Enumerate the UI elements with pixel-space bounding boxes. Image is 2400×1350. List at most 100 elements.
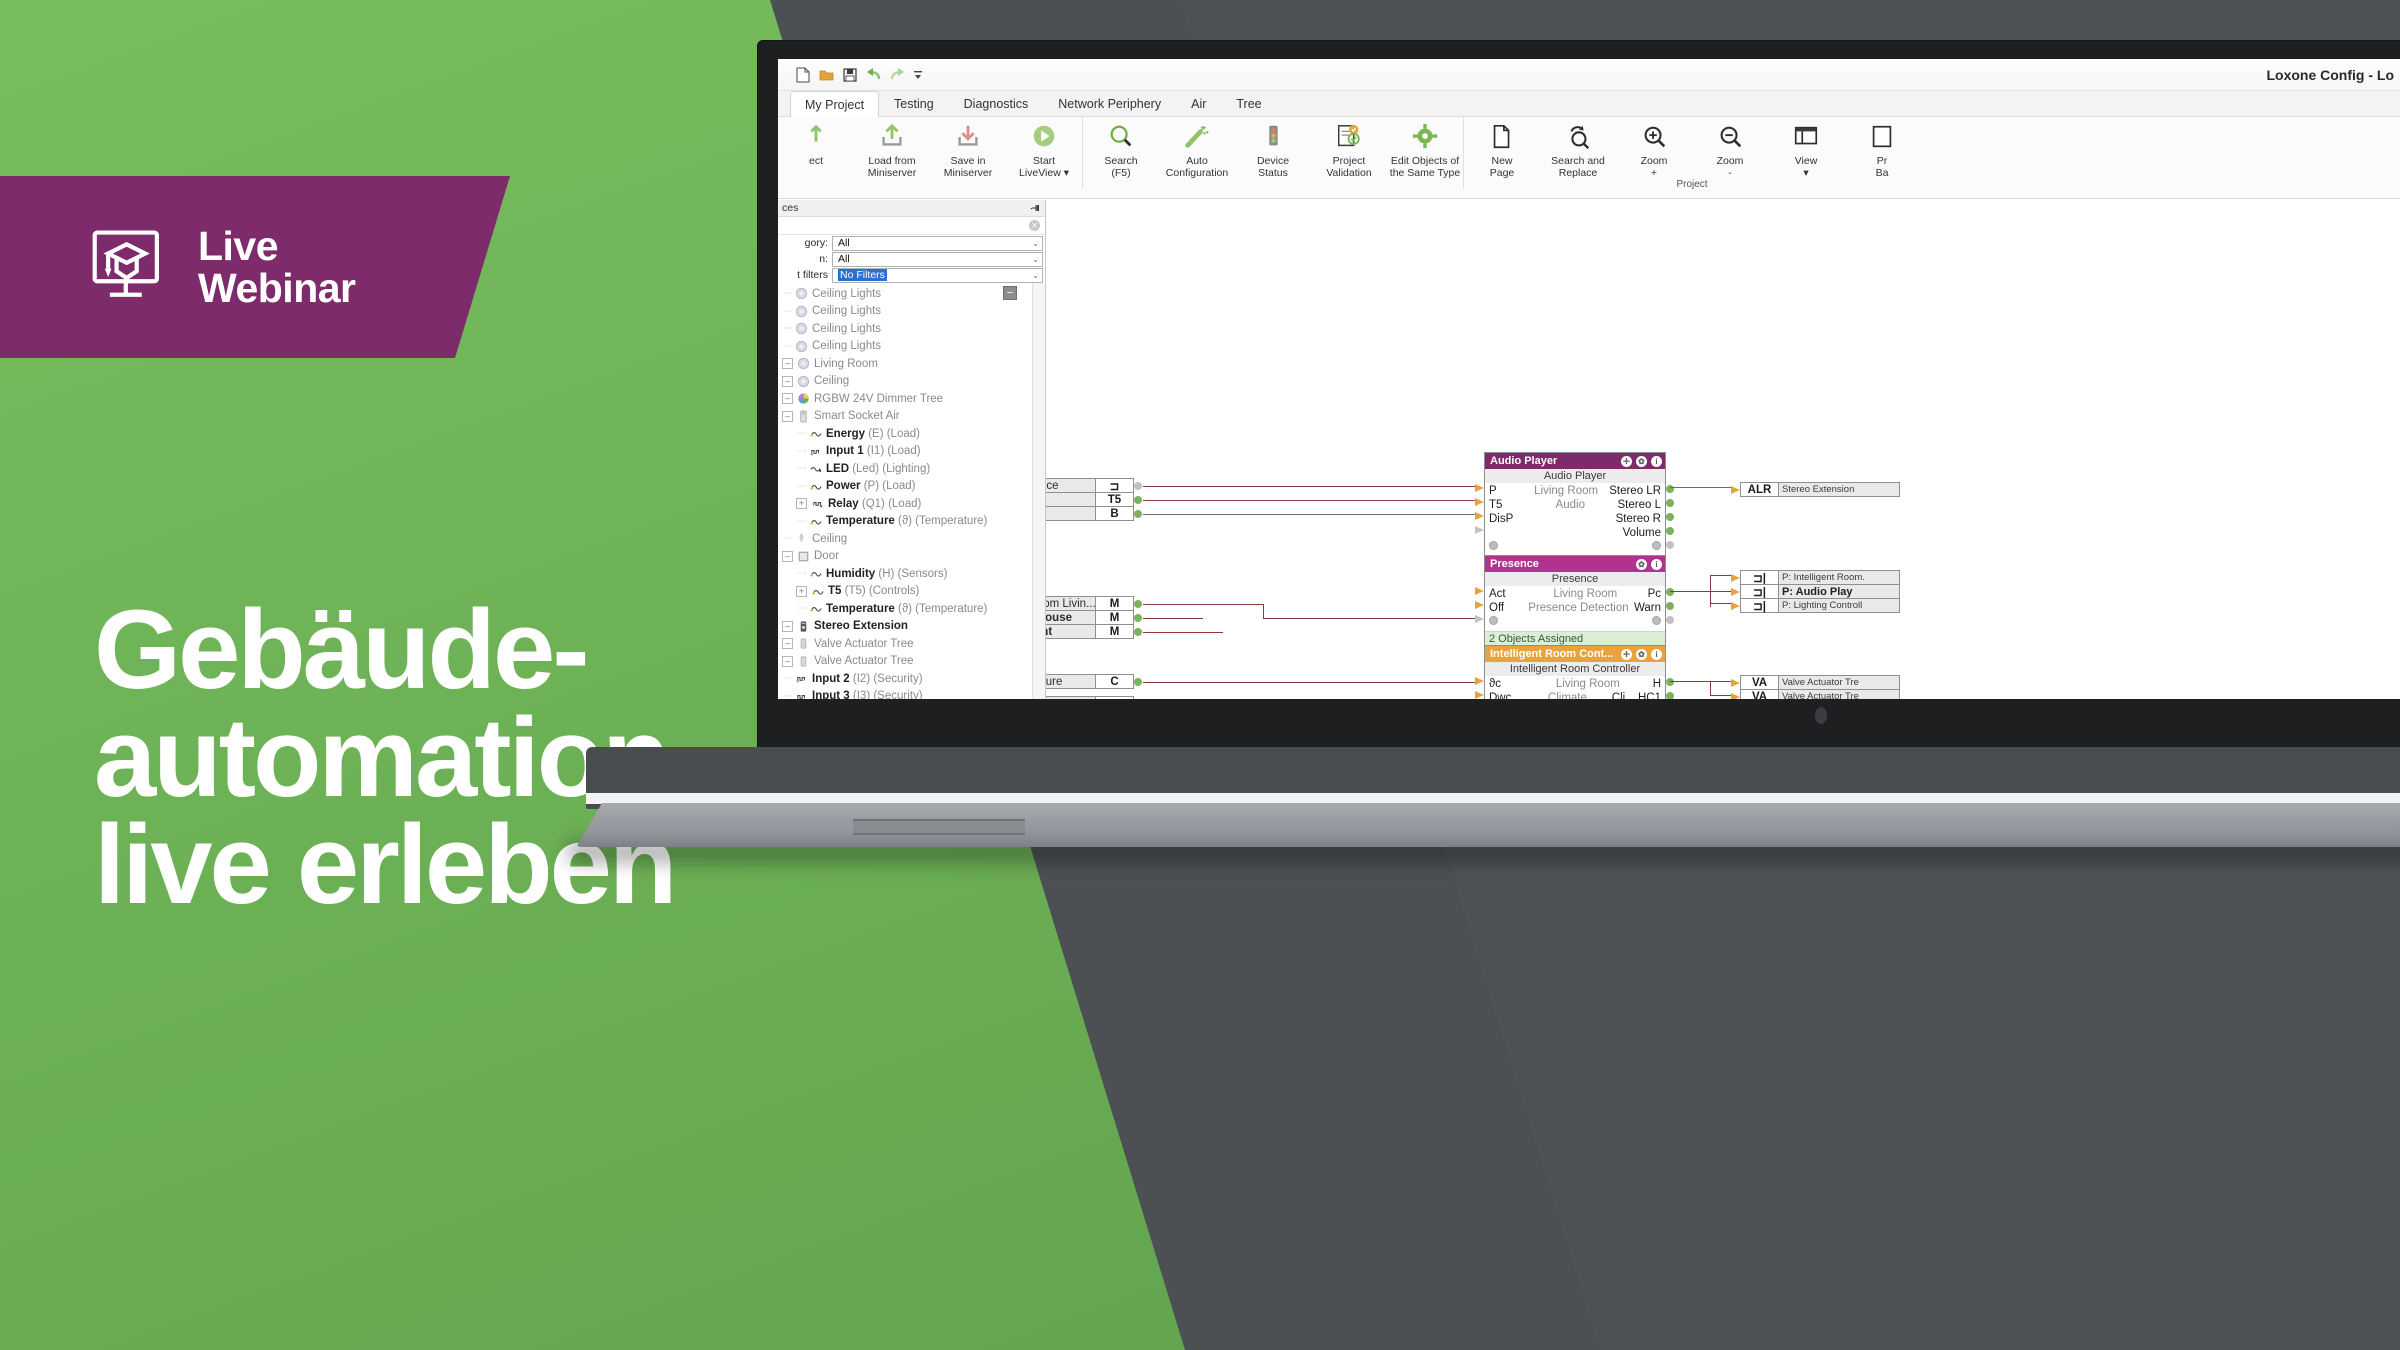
block-input-label[interactable]: Act <box>1489 587 1523 601</box>
block-output-label[interactable]: Cli... HC1 <box>1612 691 1661 699</box>
quick-access-toolbar[interactable] <box>796 67 922 83</box>
canvas-input-connector[interactable]: orT5 <box>1046 492 1134 507</box>
ribbon-button-zoom[interactable]: Zoom + <box>1616 117 1692 187</box>
ribbon-button-ect[interactable]: ect <box>778 117 854 187</box>
block-input-pin[interactable] <box>1475 615 1484 623</box>
block-input-pin[interactable] <box>1475 587 1484 595</box>
function-block-intelligent-room-cont[interactable]: Intelligent Room Cont... ✛ ✿ i Intelligent … <box>1484 645 1666 699</box>
gear-icon[interactable]: ✿ <box>1636 648 1647 660</box>
tree-item[interactable]: – Valve Actuator Tree <box>778 635 1045 653</box>
chevron-down-icon[interactable]: ⌄ <box>1032 255 1039 264</box>
collapse-all-button[interactable]: − <box>1003 286 1017 300</box>
connector-pin[interactable] <box>1731 486 1740 494</box>
block-output-label[interactable]: Stereo LR <box>1609 484 1661 498</box>
tree-item[interactable]: ⋯ Input 1 (I1) (Load) <box>778 443 1045 461</box>
block-output-label[interactable]: Warn <box>1634 601 1661 615</box>
canvas-output-connector[interactable]: VA Valve Actuator Tre <box>1740 675 1900 690</box>
block-input-pin[interactable] <box>1475 526 1484 534</box>
ribbon-button-search-and-replace[interactable]: Search and Replace <box>1540 117 1616 187</box>
chevron-down-icon[interactable]: ⌄ <box>1032 271 1039 280</box>
tab-my-project[interactable]: My Project <box>790 91 880 117</box>
panel-filters[interactable]: gory: All ⌄ n: All ⌄ t filters No Filters ⌄ <box>778 235 1045 283</box>
connector-pin[interactable] <box>1134 510 1142 518</box>
ribbon-button-auto-configuration[interactable]: ✕ Auto Configuration <box>1159 117 1235 187</box>
ribbon-tabs[interactable]: My Project Testing Diagnostics Network Peri… <box>778 91 2400 117</box>
new-file-icon[interactable] <box>796 67 810 83</box>
tree-item[interactable]: – Ceiling <box>778 373 1045 391</box>
block-output-pin[interactable] <box>1666 602 1674 610</box>
block-output-label[interactable]: Stereo L <box>1618 498 1661 512</box>
block-input-pin[interactable] <box>1475 601 1484 609</box>
block-output-label[interactable]: Pc <box>1648 587 1661 601</box>
block-titlebar[interactable]: Presence ✿ i <box>1485 556 1665 572</box>
block-add-row[interactable] <box>1489 615 1661 629</box>
tree-item[interactable]: + Relay (Q1) (Load) <box>778 495 1045 513</box>
block-input-label[interactable]: Dwc <box>1489 691 1523 699</box>
block-input-pin[interactable] <box>1475 512 1484 520</box>
tree-item[interactable]: – Living Room <box>778 355 1045 373</box>
canvas-output-connector[interactable]: VA Valve Actuator Tre <box>1740 689 1900 699</box>
ribbon-button-device-status[interactable]: Device Status <box>1235 117 1311 187</box>
chevron-down-icon[interactable]: ⌄ <box>1032 239 1039 248</box>
add-output-icon[interactable] <box>1652 616 1661 625</box>
move-icon[interactable]: ✛ <box>1621 455 1632 467</box>
open-folder-icon[interactable] <box>819 68 834 82</box>
block-input-label[interactable]: P <box>1489 484 1523 498</box>
tree-scrollbar[interactable] <box>1032 283 1045 699</box>
connector-pin[interactable] <box>1134 600 1142 608</box>
undo-icon[interactable] <box>866 67 881 82</box>
clear-circle-icon[interactable]: ✕ <box>1029 220 1040 231</box>
block-titlebar[interactable]: Intelligent Room Cont... ✛ ✿ i <box>1485 646 1665 662</box>
canvas-input-connector[interactable]: ving HouseM <box>1046 610 1134 625</box>
block-input-label[interactable]: Off <box>1489 601 1523 615</box>
function-block-audio-player[interactable]: Audio Player ✛ ✿ i Audio Player P Living Ro… <box>1484 452 1666 557</box>
block-output-label[interactable]: Volume <box>1623 526 1661 540</box>
canvas-output-connector[interactable]: ⊐| P: Audio Play <box>1740 584 1900 599</box>
expander-minus-icon[interactable]: – <box>782 375 793 387</box>
gear-icon[interactable]: ✿ <box>1636 455 1647 467</box>
pin-icon[interactable] <box>1030 203 1041 214</box>
canvas-input-connector[interactable]: ing Room Livin...M <box>1046 596 1134 611</box>
canvas-output-connector[interactable]: ALR Stereo Extension <box>1740 482 1900 497</box>
block-input-pin[interactable] <box>1475 677 1484 685</box>
tree-item[interactable]: ⋯ Temperature (ϑ) (Temperature) <box>778 600 1045 618</box>
tree-item[interactable]: – Door <box>778 548 1045 566</box>
info-icon[interactable]: i <box>1651 648 1662 660</box>
ribbon-button-pr-ba[interactable]: Pr Ba <box>1844 117 1920 187</box>
tab-testing[interactable]: Testing <box>879 91 949 116</box>
ribbon-button-load-from-miniserver[interactable]: Load from Miniserver <box>854 117 930 187</box>
ribbon-button-search-f5[interactable]: Search (F5) <box>1083 117 1159 187</box>
block-output-pin[interactable] <box>1666 616 1674 624</box>
tree-item[interactable]: ⋯ Energy (E) (Load) <box>778 425 1045 443</box>
move-icon[interactable]: ✛ <box>1621 648 1632 660</box>
tree-item[interactable]: – Stereo Extension <box>778 618 1045 636</box>
tree-item[interactable]: – Valve Actuator Tree <box>778 653 1045 671</box>
filter-select[interactable]: All ⌄ <box>832 251 1043 267</box>
expander-minus-icon[interactable]: – <box>782 550 793 562</box>
expander-minus-icon[interactable]: – <box>782 393 793 405</box>
canvas-input-connector[interactable]: Presence⊐ <box>1046 696 1134 699</box>
panel-search-row[interactable]: ✕ <box>778 217 1045 235</box>
filter-select[interactable]: All ⌄ <box>832 235 1043 251</box>
filter-select[interactable]: No Filters ⌄ <box>832 267 1043 283</box>
connector-pin[interactable] <box>1134 678 1142 686</box>
ribbon-button-edit-objects-of-the-same-type[interactable]: Edit Objects of the Same Type <box>1387 117 1463 187</box>
connector-pin[interactable] <box>1731 574 1740 582</box>
ribbon-button-zoom[interactable]: Zoom - <box>1692 117 1768 187</box>
tree-item[interactable]: – RGBW 24V Dimmer Tree <box>778 390 1045 408</box>
peripherals-tree[interactable]: − ⋯ Ceiling Lights ⋯ Ceiling Lights ⋯ Ceiling… <box>778 283 1045 699</box>
gear-icon[interactable]: ✿ <box>1636 558 1647 570</box>
connector-pin[interactable] <box>1134 482 1142 490</box>
expander-minus-icon[interactable]: – <box>782 638 793 650</box>
function-block-presence[interactable]: Presence ✿ i Presence Act Living Room Pc O… <box>1484 555 1666 647</box>
canvas-input-connector[interactable]: mperatureC <box>1046 674 1134 689</box>
block-input-pin[interactable] <box>1475 498 1484 506</box>
connector-pin[interactable] <box>1731 588 1740 596</box>
block-input-pin[interactable] <box>1475 484 1484 492</box>
expander-plus-icon[interactable]: + <box>796 498 807 510</box>
block-output-pin[interactable] <box>1666 541 1674 549</box>
tab-tree[interactable]: Tree <box>1221 91 1276 116</box>
connector-pin[interactable] <box>1731 602 1740 610</box>
connector-pin[interactable] <box>1134 614 1142 622</box>
ribbon-button-new-page[interactable]: New Page <box>1464 117 1540 187</box>
